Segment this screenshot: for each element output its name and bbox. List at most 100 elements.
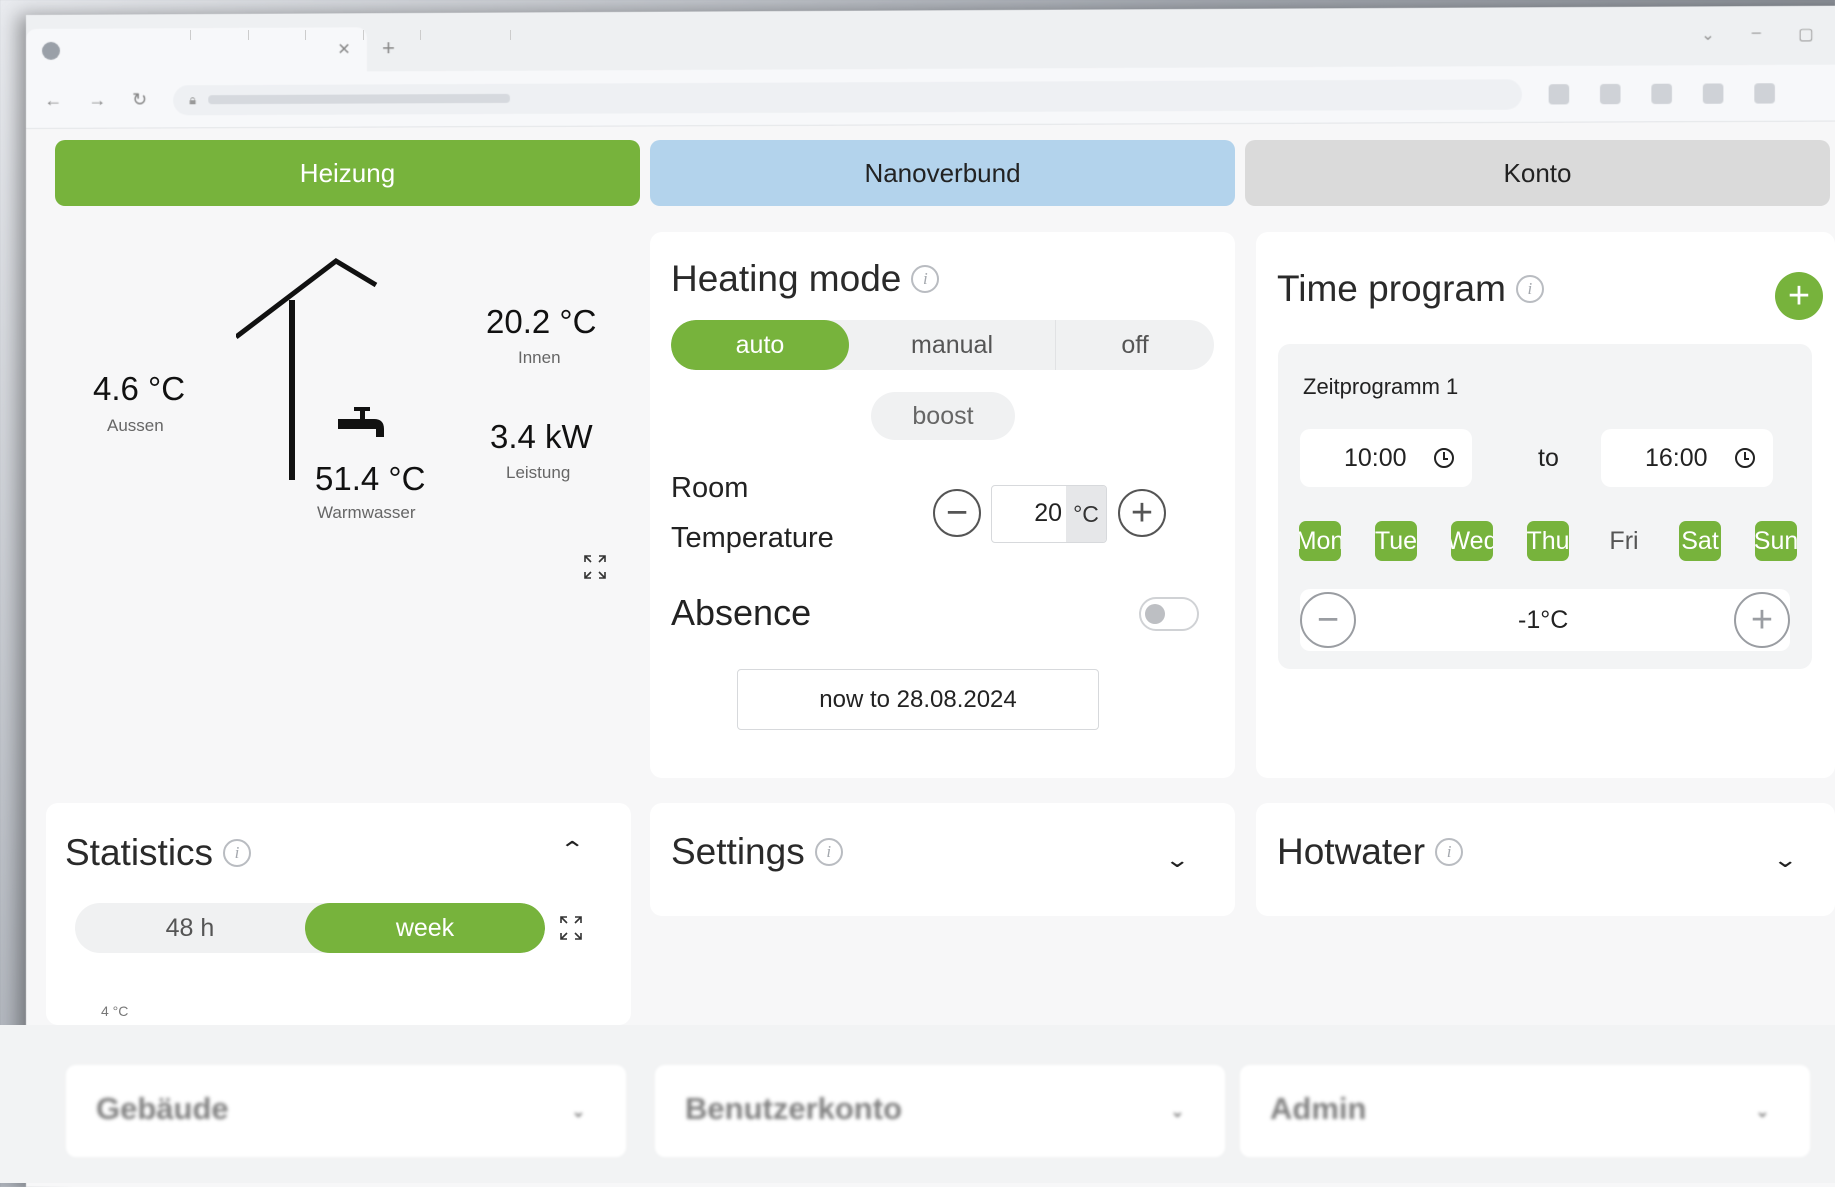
tab-close-icon[interactable]: ✕ bbox=[337, 39, 350, 59]
heating-mode-card: Heating mode i auto manual off boost Roo… bbox=[650, 232, 1235, 778]
nav-heizung-button[interactable]: Heizung bbox=[55, 140, 640, 206]
heating-mode-title: Heating mode bbox=[671, 258, 902, 299]
favicon-icon bbox=[41, 41, 61, 60]
info-icon[interactable]: i bbox=[911, 265, 940, 293]
chevron-down-icon[interactable]: ⌄ bbox=[1772, 847, 1798, 873]
expand-icon[interactable] bbox=[558, 914, 584, 942]
settings-title: Settings bbox=[671, 831, 805, 872]
time-program-header: Time program i bbox=[1277, 268, 1544, 310]
statistics-card: Statistics i ⌃ 48 h week 4 °C bbox=[46, 803, 631, 1025]
statistics-header: Statistics i bbox=[65, 832, 252, 874]
admin-card[interactable]: Admin ⌄ bbox=[1240, 1065, 1810, 1157]
chevron-down-icon[interactable]: ⌄ bbox=[1755, 1101, 1770, 1122]
chart-tick bbox=[363, 30, 364, 40]
chevron-down-icon[interactable]: ⌄ bbox=[1701, 25, 1715, 45]
chart-tick bbox=[190, 30, 191, 40]
statistics-range-segmented: 48 h week bbox=[75, 903, 545, 953]
room-temp-decrease-button[interactable]: − bbox=[933, 489, 981, 537]
new-tab-icon[interactable]: + bbox=[382, 35, 395, 61]
day-fri-chip[interactable]: Fri bbox=[1603, 521, 1645, 561]
room-temp-unit: °C bbox=[1066, 486, 1106, 542]
range-48h-button[interactable]: 48 h bbox=[75, 903, 305, 953]
time-program-title: Time program bbox=[1277, 268, 1506, 309]
room-temp-input[interactable] bbox=[992, 486, 1068, 541]
hotwater-card[interactable]: Hotwater i ⌄ bbox=[1256, 803, 1835, 916]
clock-icon bbox=[1735, 448, 1755, 468]
extension-icon[interactable] bbox=[1600, 83, 1621, 104]
browser-tab[interactable]: ✕ bbox=[26, 27, 367, 73]
heating-mode-header: Heating mode i bbox=[671, 258, 940, 300]
offset-increase-button[interactable]: + bbox=[1734, 592, 1790, 648]
absence-toggle[interactable] bbox=[1139, 597, 1199, 631]
minimize-icon[interactable]: – bbox=[1752, 24, 1761, 44]
start-time-value: 10:00 bbox=[1344, 443, 1407, 472]
settings-card[interactable]: Settings i ⌄ bbox=[650, 803, 1235, 916]
mode-auto-button[interactable]: auto bbox=[671, 320, 849, 370]
window-controls: ⌄ – ▢ ✕ bbox=[1701, 24, 1835, 45]
chevron-down-icon[interactable]: ⌄ bbox=[1164, 847, 1190, 873]
power-value: 3.4 kW bbox=[490, 418, 593, 455]
reload-icon[interactable]: ↻ bbox=[132, 89, 147, 110]
profile-icon[interactable] bbox=[1754, 82, 1776, 104]
address-bar[interactable]: 🔒︎ bbox=[173, 78, 1523, 115]
info-icon[interactable]: i bbox=[1515, 275, 1544, 303]
day-tue-chip[interactable]: Tue bbox=[1375, 521, 1417, 561]
chevron-down-icon[interactable]: ⌄ bbox=[571, 1101, 586, 1122]
room-temp-label-line2: Temperature bbox=[671, 522, 834, 554]
time-program-entry: Zeitprogramm 1 10:00 to 16:00 − -1°C + bbox=[1278, 344, 1812, 669]
statistics-title: Statistics bbox=[65, 832, 214, 873]
range-week-button[interactable]: week bbox=[305, 903, 545, 953]
heating-mode-segmented: auto manual off bbox=[671, 320, 1214, 370]
settings-header: Settings i bbox=[671, 831, 843, 873]
forward-icon[interactable]: → bbox=[88, 90, 106, 111]
day-thu-chip[interactable]: Thu bbox=[1527, 521, 1569, 561]
room-temp-label-line1: Room bbox=[671, 472, 749, 504]
mode-manual-button[interactable]: manual bbox=[849, 320, 1055, 370]
room-temp-increase-button[interactable]: + bbox=[1118, 489, 1166, 537]
nav-nanoverbund-button[interactable]: Nanoverbund bbox=[650, 140, 1235, 206]
info-icon[interactable]: i bbox=[814, 838, 843, 866]
power-label: Leistung bbox=[506, 463, 571, 482]
benutzerkonto-card[interactable]: Benutzerkonto ⌄ bbox=[655, 1065, 1225, 1157]
maximize-icon[interactable]: ▢ bbox=[1798, 24, 1814, 44]
house-diagram bbox=[236, 257, 378, 480]
chevron-down-icon[interactable]: ⌄ bbox=[1170, 1101, 1185, 1122]
extension-icon[interactable] bbox=[1548, 83, 1570, 104]
bookmark-icon[interactable] bbox=[1651, 83, 1673, 104]
absence-date-range-field[interactable]: now to 28.08.2024 bbox=[737, 669, 1099, 730]
offset-decrease-button[interactable]: − bbox=[1300, 592, 1356, 648]
inside-temp-label: Innen bbox=[518, 348, 561, 367]
program-name: Zeitprogramm 1 bbox=[1303, 374, 1459, 399]
lock-icon: 🔒︎ bbox=[189, 91, 197, 107]
day-mon-chip[interactable]: Mon bbox=[1299, 521, 1341, 561]
end-time-field[interactable]: 16:00 bbox=[1601, 429, 1773, 487]
tab-strip: ✕ + ⌄ – ▢ ✕ bbox=[26, 5, 1835, 74]
info-icon[interactable]: i bbox=[1435, 838, 1464, 866]
faucet-icon bbox=[338, 407, 384, 437]
mode-off-button[interactable]: off bbox=[1055, 320, 1214, 370]
start-time-field[interactable]: 10:00 bbox=[1300, 429, 1472, 487]
browser-toolbar: ← → ↻ 🔒︎ bbox=[26, 64, 1835, 129]
sidebar-icon[interactable] bbox=[1702, 82, 1724, 104]
tab-title bbox=[74, 50, 323, 51]
gebaeude-card[interactable]: Gebäude ⌄ bbox=[66, 1065, 626, 1157]
day-sun-chip[interactable]: Sun bbox=[1755, 521, 1797, 561]
time-program-card: Time program i + Zeitprogramm 1 10:00 to… bbox=[1256, 232, 1835, 778]
chart-tick bbox=[510, 30, 511, 40]
boost-button[interactable]: boost bbox=[871, 392, 1015, 440]
hotwater-title: Hotwater bbox=[1277, 831, 1426, 872]
day-wed-chip[interactable]: Wed bbox=[1451, 521, 1493, 561]
admin-title: Admin bbox=[1270, 1091, 1367, 1126]
info-icon[interactable]: i bbox=[223, 839, 252, 867]
back-icon[interactable]: ← bbox=[44, 90, 62, 111]
offset-value: -1°C bbox=[1518, 606, 1569, 634]
end-time-value: 16:00 bbox=[1645, 443, 1708, 472]
day-sat-chip[interactable]: Sat bbox=[1679, 521, 1721, 561]
chevron-up-icon[interactable]: ⌃ bbox=[559, 837, 585, 863]
expand-icon[interactable] bbox=[582, 553, 608, 581]
benutzerkonto-title: Benutzerkonto bbox=[685, 1091, 902, 1126]
add-program-button[interactable]: + bbox=[1775, 272, 1823, 320]
hotwater-temp-label: Warmwasser bbox=[317, 503, 416, 522]
hotwater-temp-value: 51.4 °C bbox=[315, 460, 426, 497]
nav-konto-button[interactable]: Konto bbox=[1245, 140, 1830, 206]
